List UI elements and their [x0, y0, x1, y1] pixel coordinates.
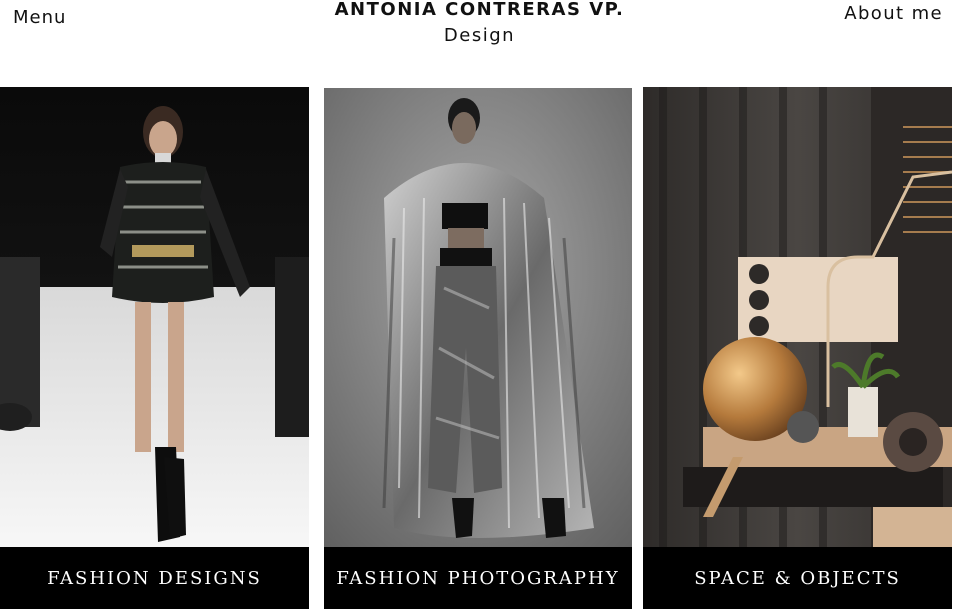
card-label-bar: SPACE & OBJECTS: [643, 547, 952, 609]
editorial-model-image: [324, 88, 632, 548]
space-objects-card[interactable]: SPACE & OBJECTS: [643, 87, 952, 609]
about-me-link[interactable]: About me: [844, 3, 943, 24]
card-label-bar: FASHION DESIGNS: [0, 547, 309, 609]
objects-render-image: [643, 87, 952, 547]
brand-subtitle: Design: [443, 25, 516, 46]
card-label: SPACE & OBJECTS: [694, 567, 901, 589]
brand-name: ANTONIA CONTRERAS VP.: [334, 0, 625, 20]
card-label: FASHION PHOTOGRAPHY: [336, 567, 620, 589]
runway-model-image: [0, 87, 309, 547]
brand[interactable]: ANTONIA CONTRERAS VP. Design: [0, 0, 959, 48]
site-header: Menu ANTONIA CONTRERAS VP. Design About …: [0, 0, 959, 70]
card-label: FASHION DESIGNS: [47, 567, 262, 589]
card-label-bar: FASHION PHOTOGRAPHY: [324, 547, 632, 609]
fashion-photography-card[interactable]: FASHION PHOTOGRAPHY: [324, 88, 632, 609]
fashion-designs-card[interactable]: FASHION DESIGNS: [0, 87, 309, 609]
